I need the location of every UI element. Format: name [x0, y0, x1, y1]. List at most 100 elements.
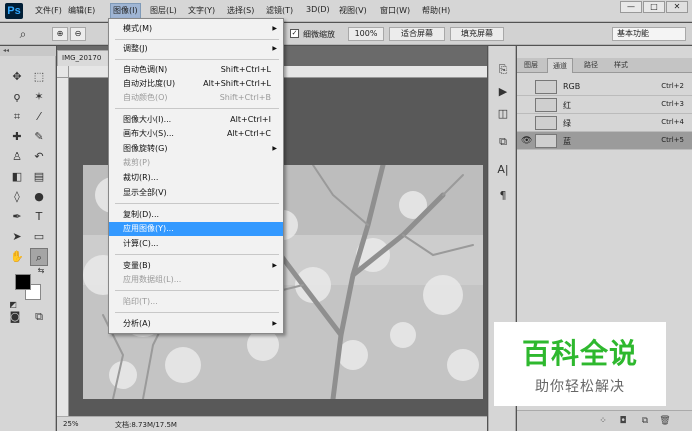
move-tool-icon[interactable]: ✥ — [8, 68, 26, 86]
menu-item-auto-contrast[interactable]: 自动对比度(U) Alt+Shift+Ctrl+L — [109, 77, 283, 91]
zoom-tool-icon[interactable]: ⌕ — [14, 25, 32, 43]
menu-item-auto-color: 自动颜色(O) Shift+Ctrl+B — [109, 91, 283, 105]
menu-item-calculations-label: 计算(C)... — [123, 239, 159, 248]
zoom-100-button[interactable]: 100% — [348, 27, 384, 41]
menu-item-image-rotation[interactable]: 图像旋转(G) ▶ — [109, 142, 283, 156]
menu-item-calculations[interactable]: 计算(C)... — [109, 237, 283, 251]
tab-paths[interactable]: 路径 — [579, 58, 603, 73]
channel-shortcut: Ctrl+4 — [661, 118, 684, 126]
menu-3d[interactable]: 3D(D) — [306, 5, 330, 14]
visibility-toggle-icon[interactable] — [521, 118, 531, 128]
eraser-tool-icon[interactable]: ◧ — [8, 168, 26, 186]
marquee-tool-icon[interactable]: ⬚ — [30, 68, 48, 86]
healing-brush-tool-icon[interactable]: ✚ — [8, 128, 26, 146]
visibility-toggle-icon[interactable] — [521, 100, 531, 110]
channel-thumbnail — [535, 116, 557, 130]
menu-image[interactable]: 图像(I) — [110, 3, 141, 19]
menu-filter[interactable]: 滤镜(T) — [266, 5, 293, 16]
tab-styles[interactable]: 样式 — [609, 58, 633, 73]
save-selection-icon[interactable]: ◘ — [617, 415, 629, 427]
zoom-level[interactable]: 25% — [63, 420, 79, 428]
clone-source-panel-icon[interactable]: ⧉ — [495, 134, 511, 150]
crop-tool-icon[interactable]: ⌗ — [8, 108, 26, 126]
actions-panel-icon[interactable]: ▶ — [495, 84, 511, 100]
channel-row-rgb[interactable]: RGB Ctrl+2 — [517, 78, 692, 96]
minimize-button[interactable]: — — [620, 1, 642, 13]
menu-item-duplicate-label: 复制(D)... — [123, 210, 160, 219]
watermark-subtitle: 助你轻松解决 — [535, 379, 625, 395]
brush-tool-icon[interactable]: ✎ — [30, 128, 48, 146]
new-channel-icon[interactable]: ⧉ — [639, 415, 651, 427]
close-button[interactable]: ✕ — [666, 1, 688, 13]
menu-separator — [115, 312, 279, 313]
visibility-toggle-icon[interactable] — [521, 82, 531, 92]
channel-row-green[interactable]: 绿 Ctrl+4 — [517, 114, 692, 132]
dodge-tool-icon[interactable]: ● — [30, 188, 48, 206]
fill-screen-button[interactable]: 填充屏幕 — [450, 27, 504, 41]
menu-item-mode[interactable]: 模式(M) ▶ — [109, 22, 283, 36]
hand-tool-icon[interactable]: ✋ — [8, 248, 26, 266]
menu-layer[interactable]: 图层(L) — [150, 5, 177, 16]
history-panel-icon[interactable]: ⎘ — [495, 62, 511, 78]
watermark-logo: 百科全说 助你轻松解决 — [494, 322, 666, 406]
menu-type[interactable]: 文字(Y) — [188, 5, 215, 16]
delete-channel-icon[interactable]: 🗑 — [659, 415, 671, 427]
menu-item-crop: 裁剪(P) — [109, 156, 283, 170]
quick-mask-icon[interactable]: ◙ — [6, 308, 24, 326]
lasso-tool-icon[interactable]: ϙ — [8, 88, 26, 106]
menu-file[interactable]: 文件(F) — [35, 5, 62, 16]
menu-item-analysis[interactable]: 分析(A) ▶ — [109, 317, 283, 331]
swap-colors-icon[interactable]: ⇆ — [36, 266, 46, 276]
zoom-in-icon[interactable]: ⊕ — [52, 27, 68, 41]
menu-item-trap-label: 陷印(T)... — [123, 297, 158, 306]
document-size[interactable]: 文档:8.73M/17.5M — [115, 420, 177, 430]
menu-view[interactable]: 视图(V) — [339, 5, 367, 16]
channel-thumbnail — [535, 98, 557, 112]
menu-item-trap: 陷印(T)... — [109, 295, 283, 309]
eyedropper-tool-icon[interactable]: ⁄ — [30, 108, 48, 126]
scrubby-zoom-checkbox[interactable]: ✓ — [290, 29, 299, 38]
type-tool-icon[interactable]: T — [30, 208, 48, 226]
shortcut-text: Alt+Ctrl+C — [226, 129, 271, 138]
menu-bar: Ps 文件(F) 编辑(E) 图像(I) 图层(L) 文字(Y) 选择(S) 滤… — [0, 0, 692, 22]
maximize-button[interactable]: □ — [643, 1, 665, 13]
menu-select[interactable]: 选择(S) — [227, 5, 254, 16]
paragraph-panel-icon[interactable]: ¶ — [495, 188, 511, 204]
eye-icon[interactable]: 👁 — [521, 136, 532, 146]
menu-item-trim[interactable]: 裁切(R)... — [109, 171, 283, 185]
menu-item-adjustments-label: 调整(J) — [123, 44, 148, 53]
magic-wand-tool-icon[interactable]: ✶ — [30, 88, 48, 106]
channel-row-blue[interactable]: 👁 蓝 Ctrl+5 — [517, 132, 692, 150]
foreground-color-swatch[interactable] — [15, 274, 31, 290]
stamp-tool-icon[interactable]: ♙ — [8, 148, 26, 166]
menu-help[interactable]: 帮助(H) — [422, 5, 450, 16]
fit-screen-button[interactable]: 适合屏幕 — [389, 27, 445, 41]
menu-item-apply-image[interactable]: 应用图像(Y)... — [109, 222, 283, 236]
menu-edit[interactable]: 编辑(E) — [68, 5, 95, 16]
path-select-tool-icon[interactable]: ➤ — [8, 228, 26, 246]
history-brush-tool-icon[interactable]: ↶ — [30, 148, 48, 166]
shape-tool-icon[interactable]: ▭ — [30, 228, 48, 246]
zoom-out-icon[interactable]: ⊖ — [70, 27, 86, 41]
menu-item-auto-tone[interactable]: 自动色调(N) Shift+Ctrl+L — [109, 63, 283, 77]
blur-tool-icon[interactable]: ◊ — [8, 188, 26, 206]
menu-item-variables[interactable]: 变量(B) ▶ — [109, 259, 283, 273]
toolbox-collapse-icon[interactable]: ◂◂ — [0, 46, 56, 56]
gradient-tool-icon[interactable]: ▤ — [30, 168, 48, 186]
menu-item-duplicate[interactable]: 复制(D)... — [109, 208, 283, 222]
tab-channels[interactable]: 通道 — [547, 58, 573, 73]
tab-layers[interactable]: 图层 — [519, 58, 543, 73]
pen-tool-icon[interactable]: ✒ — [8, 208, 26, 226]
menu-item-adjustments[interactable]: 调整(J) ▶ — [109, 42, 283, 56]
menu-item-image-size[interactable]: 图像大小(I)... Alt+Ctrl+I — [109, 113, 283, 127]
menu-item-reveal-all[interactable]: 显示全部(V) — [109, 186, 283, 200]
channel-row-red[interactable]: 红 Ctrl+3 — [517, 96, 692, 114]
screen-mode-icon[interactable]: ⧉ — [30, 308, 48, 326]
workspace-select[interactable]: 基本功能 — [612, 27, 686, 41]
zoom-tool-icon[interactable]: ⌕ — [30, 248, 48, 266]
load-selection-icon[interactable]: ⁘ — [597, 415, 609, 427]
menu-window[interactable]: 窗口(W) — [380, 5, 410, 16]
character-panel-icon[interactable]: A| — [495, 162, 511, 178]
properties-panel-icon[interactable]: ◫ — [495, 106, 511, 122]
menu-item-canvas-size[interactable]: 画布大小(S)... Alt+Ctrl+C — [109, 127, 283, 141]
